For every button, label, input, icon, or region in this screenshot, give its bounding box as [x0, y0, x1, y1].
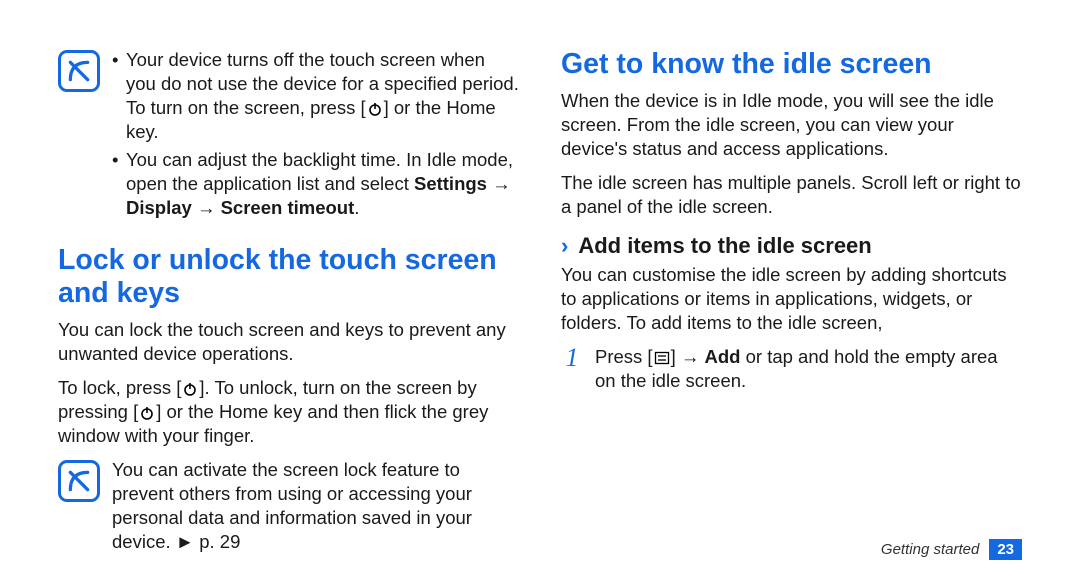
paragraph-lock-1: You can lock the touch screen and keys t…	[58, 318, 519, 366]
power-icon	[181, 380, 199, 398]
arrow: →	[192, 197, 221, 218]
heading-idle-screen: Get to know the idle screen	[561, 48, 1022, 81]
footer-section: Getting started	[881, 541, 979, 558]
left-column: Your device turns off the touch screen w…	[58, 48, 519, 550]
paragraph-idle-2: The idle screen has multiple panels. Scr…	[561, 171, 1022, 219]
menu-icon	[653, 349, 671, 367]
step-1: 1 Press [] → Add or tap and hold the emp…	[561, 345, 1022, 393]
arrow: →	[487, 173, 511, 194]
note-1-list: Your device turns off the touch screen w…	[112, 48, 519, 224]
note-block-2: You can activate the screen lock feature…	[58, 458, 519, 554]
note-1-item-2: You can adjust the backlight time. In Id…	[112, 148, 519, 220]
step-text: Press [] → Add or tap and hold the empty…	[595, 345, 1022, 393]
subheading-label: Add items to the idle screen	[578, 233, 871, 259]
note-2-text: You can activate the screen lock feature…	[112, 458, 519, 554]
screen-timeout-label: Screen timeout	[221, 197, 355, 218]
add-label: Add	[705, 346, 741, 367]
paragraph-lock-2: To lock, press []. To unlock, turn on th…	[58, 376, 519, 448]
page-footer: Getting started 23	[881, 539, 1022, 560]
paragraph-add-items: You can customise the idle screen by add…	[561, 263, 1022, 335]
page-number: 23	[989, 539, 1022, 560]
right-column: Get to know the idle screen When the dev…	[561, 48, 1022, 550]
page-ref: p. 29	[194, 531, 240, 552]
display-label: Display	[126, 197, 192, 218]
paragraph-idle-1: When the device is in Idle mode, you wil…	[561, 89, 1022, 161]
heading-lock-unlock: Lock or unlock the touch screen and keys	[58, 244, 519, 310]
chevron-right-icon: ›	[561, 233, 568, 259]
text: .	[354, 197, 359, 218]
manual-page: Your device turns off the touch screen w…	[0, 0, 1080, 586]
subheading-add-items: › Add items to the idle screen	[561, 233, 1022, 259]
note-icon	[58, 50, 100, 92]
text: To lock, press [	[58, 377, 181, 398]
note-block-1: Your device turns off the touch screen w…	[58, 48, 519, 224]
triangle-icon: ►	[176, 531, 194, 552]
arrow: ] →	[671, 346, 705, 367]
power-icon	[138, 404, 156, 422]
step-number: 1	[561, 345, 583, 371]
text: Press [	[595, 346, 653, 367]
text: You can activate the screen lock feature…	[112, 459, 472, 552]
power-icon	[366, 100, 384, 118]
note-icon	[58, 460, 100, 502]
settings-label: Settings	[414, 173, 487, 194]
note-1-item-1: Your device turns off the touch screen w…	[112, 48, 519, 144]
